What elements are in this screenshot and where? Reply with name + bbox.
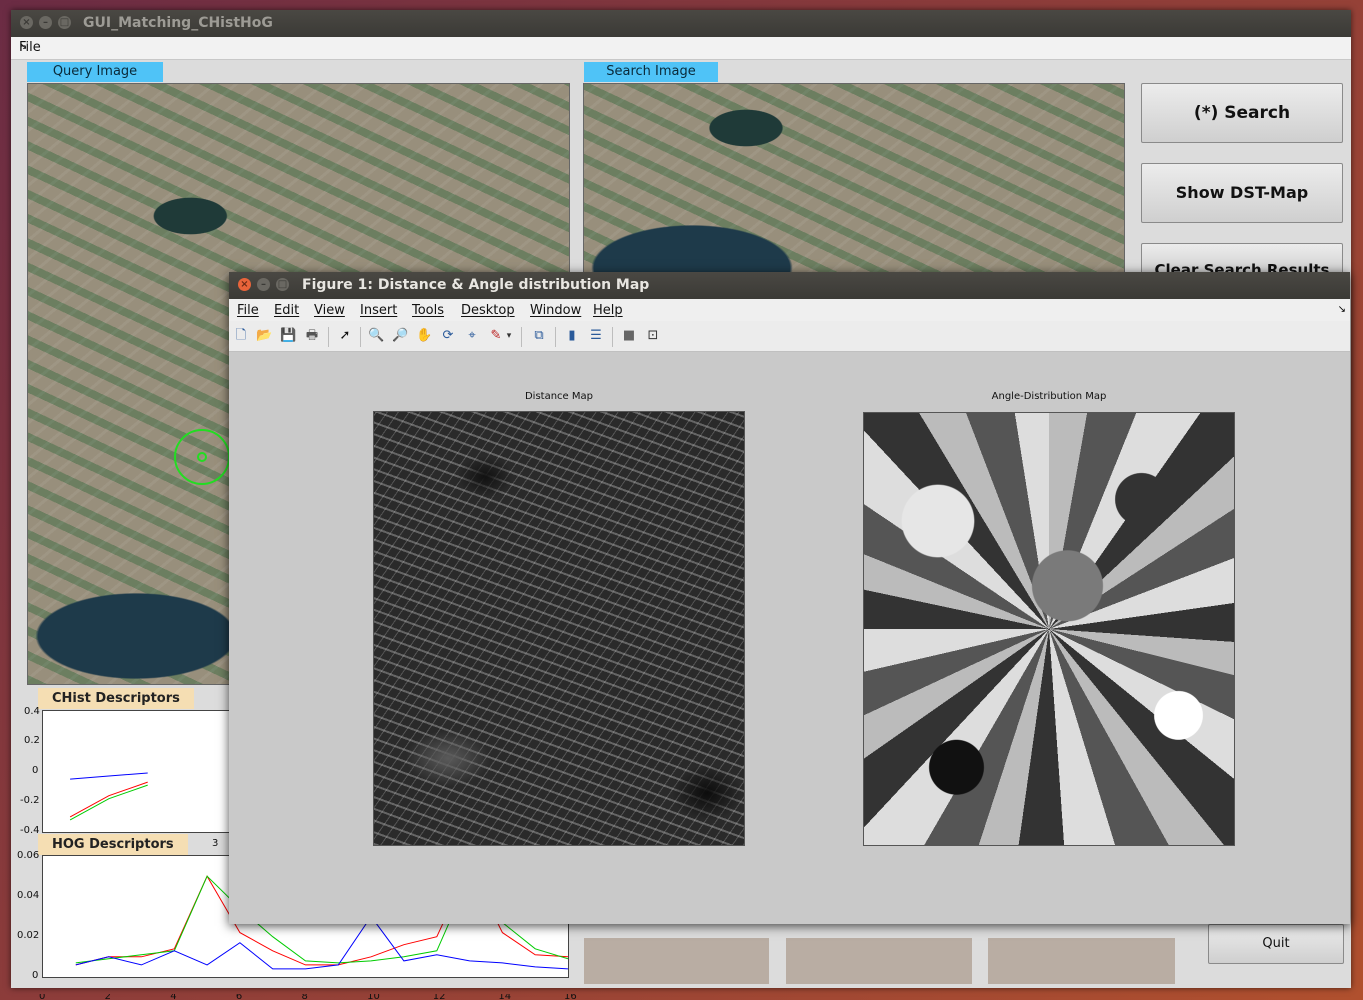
figure-menu-view[interactable]: View [314, 303, 345, 318]
toolbar-separator [360, 327, 361, 347]
toolbar-separator [328, 327, 329, 347]
colorbar-icon[interactable]: ▮ [564, 328, 580, 344]
minimize-icon[interactable]: – [39, 16, 52, 29]
main-titlebar: × – □ GUI_Matching_CHistHoG [11, 10, 1351, 37]
figure-menu-insert[interactable]: Insert [360, 303, 397, 318]
result-thumbnail-1[interactable] [584, 938, 769, 984]
hog-xtick: 4 [170, 994, 177, 1000]
hog-xtick: 10 [367, 994, 380, 1000]
pan-hand-icon[interactable]: ✋ [416, 328, 432, 344]
link-plot-icon[interactable]: ⧉ [531, 328, 547, 344]
figure-title: Figure 1: Distance & Angle distribution … [302, 277, 650, 293]
search-image-label: Search Image [584, 62, 718, 82]
series-line-1 [69, 781, 148, 818]
save-icon[interactable]: 💾 [280, 328, 296, 344]
series-line-0 [70, 772, 148, 780]
hog-descriptors-label: HOG Descriptors [38, 834, 188, 855]
chist-ytick: -0.4 [20, 825, 40, 836]
close-icon[interactable]: × [20, 16, 33, 29]
menubar-arrow-icon[interactable]: ↘ [19, 41, 1345, 52]
hog-xtick: 16 [564, 994, 577, 1000]
hog-ytick: 0.06 [17, 850, 40, 861]
hog-ytick: 0.02 [17, 930, 40, 941]
hog-xtick: 8 [301, 994, 308, 1000]
zoom-in-icon[interactable]: 🔍 [368, 328, 384, 344]
series-line-2 [75, 915, 569, 970]
show-plot-tools-icon[interactable]: ⊡ [645, 328, 661, 344]
figure-titlebar: × – □ Figure 1: Distance & Angle distrib… [229, 272, 1350, 299]
main-menubar: File ↘ [11, 37, 1351, 60]
data-cursor-icon[interactable]: ⌖ [464, 328, 480, 344]
toolbar-separator [612, 327, 613, 347]
figure-minimize-icon[interactable]: – [257, 278, 270, 291]
figure-menu-edit[interactable]: Edit [274, 303, 299, 318]
legend-icon[interactable]: ☰ [588, 328, 604, 344]
search-aerial-photo [584, 84, 1124, 284]
hog-xtick: 0 [39, 994, 46, 1000]
hog-xtick: 2 [104, 994, 111, 1000]
quit-button[interactable]: Quit [1208, 924, 1344, 964]
query-selection-circle [174, 429, 230, 485]
chist-ytick: 0 [32, 765, 39, 776]
figure-menu-file[interactable]: File [237, 303, 259, 318]
search-button[interactable]: (*) Search [1141, 83, 1343, 143]
hog-xtick: 12 [432, 994, 446, 1000]
window-title: GUI_Matching_CHistHoG [83, 15, 273, 31]
figure-toolbar: 🗋 📂 💾 🖶 ➚ 🔍 🔎 ✋ ⟳ ⌖ ✎ ▾ ⧉ ▮ ☰ ■ ⊡ [229, 321, 1350, 352]
figure-close-icon[interactable]: × [238, 278, 251, 291]
query-selection-center [197, 452, 207, 462]
distance-map-title: Distance Map [524, 391, 593, 402]
figure-menubar: File Edit View Insert Tools Desktop Wind… [229, 299, 1350, 321]
figure-menu-window[interactable]: Window [530, 303, 581, 318]
chist-plot [42, 710, 234, 833]
edit-plot-arrow-icon[interactable]: ➚ [337, 328, 353, 344]
chist-ytick: -0.2 [20, 795, 40, 806]
figure-menu-desktop[interactable]: Desktop [461, 303, 515, 318]
query-image-label: Query Image [27, 62, 163, 82]
hog-ytick: 0.04 [17, 890, 40, 901]
print-icon[interactable]: 🖶 [304, 328, 320, 344]
result-thumbnail-3[interactable] [988, 938, 1175, 984]
angle-distribution-map-title: Angle-Distribution Map [991, 391, 1107, 402]
figure-menu-tools[interactable]: Tools [412, 303, 444, 318]
hide-plot-tools-icon[interactable]: ■ [621, 328, 637, 344]
figure-window: × – □ Figure 1: Distance & Angle distrib… [229, 272, 1350, 924]
hog-ytick: 0 [32, 970, 39, 981]
chist-plot-svg [69, 772, 148, 821]
toolbar-separator [555, 327, 556, 347]
brush-icon[interactable]: ✎ [488, 328, 504, 344]
new-figure-icon[interactable]: 🗋 [233, 328, 249, 344]
hog-xtick: 14 [498, 994, 512, 1000]
toolbar-separator [521, 327, 522, 347]
zoom-out-icon[interactable]: 🔎 [392, 328, 408, 344]
chist-ytick: 0.2 [24, 735, 40, 746]
show-dst-map-button[interactable]: Show DST-Map [1141, 163, 1343, 223]
figure-maximize-icon[interactable]: □ [276, 278, 289, 291]
result-thumbnail-2[interactable] [786, 938, 972, 984]
chist-ytick: 0.4 [24, 706, 40, 717]
clear-search-results-button[interactable]: Clear Search Results [1141, 243, 1343, 275]
chist-descriptors-label: CHist Descriptors [38, 688, 194, 709]
series-line-2 [69, 784, 148, 821]
open-file-icon[interactable]: 📂 [256, 328, 272, 344]
figure-menubar-arrow-icon[interactable]: ↘ [1338, 304, 1346, 315]
brush-dropdown-icon[interactable]: ▾ [505, 328, 513, 344]
search-image[interactable] [583, 83, 1125, 285]
maximize-icon[interactable]: □ [58, 16, 71, 29]
rotate-3d-icon[interactable]: ⟳ [440, 328, 456, 344]
hog-xtick: 6 [235, 994, 243, 1000]
angle-distribution-map-image[interactable] [863, 412, 1235, 846]
chist-xtick: 3 [212, 838, 219, 849]
distance-map-image[interactable] [373, 411, 745, 846]
figure-menu-help[interactable]: Help [593, 303, 623, 318]
